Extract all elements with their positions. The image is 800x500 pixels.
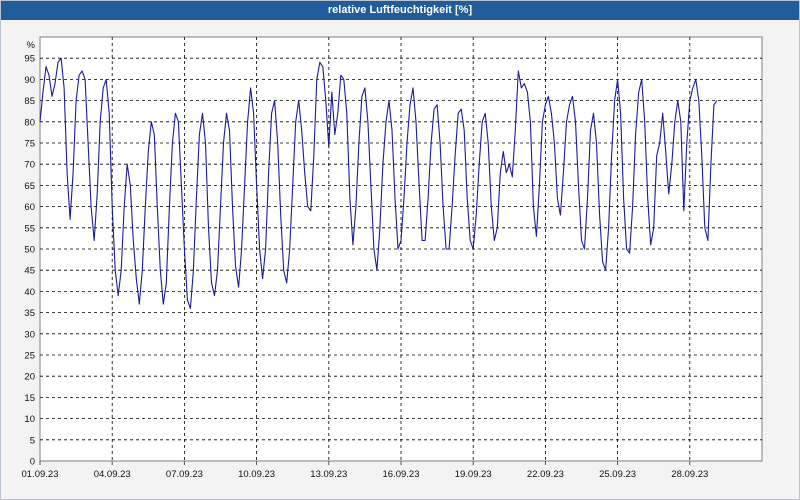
y-tick-label: 45 xyxy=(24,266,35,277)
x-tick-label: 22.09.23 xyxy=(527,469,564,480)
y-tick-label: 5 xyxy=(30,435,35,446)
grid xyxy=(40,37,762,461)
y-tick-label: 40 xyxy=(24,287,35,298)
y-tick-label: 25 xyxy=(24,351,35,362)
y-tick-label: 55 xyxy=(24,223,35,234)
x-tick-label: 25.09.23 xyxy=(599,469,636,480)
y-tick-label: 60 xyxy=(24,202,35,213)
y-tick-label: 0 xyxy=(30,457,35,468)
x-tick-label: 10.09.23 xyxy=(238,469,275,480)
x-axis: 01.09.23 04.09.23 07.09.23 10.09.23 13.09.23… xyxy=(22,461,708,480)
y-axis: 0 5 10 15 20 25 30 35 40 45 50 55 60 65 70 75 80 85 90 95 xyxy=(24,54,35,468)
x-tick-label: 16.09.23 xyxy=(383,469,420,480)
y-tick-label: 70 xyxy=(24,160,35,171)
x-tick-label: 28.09.23 xyxy=(671,469,708,480)
x-tick-label: 19.09.23 xyxy=(455,469,492,480)
y-tick-label: 30 xyxy=(24,329,35,340)
y-tick-label: 80 xyxy=(24,117,35,128)
y-tick-label: 95 xyxy=(24,54,35,65)
y-tick-label: 10 xyxy=(24,414,35,425)
y-tick-label: 50 xyxy=(24,245,35,256)
y-tick-label: 15 xyxy=(24,393,35,404)
y-axis-unit-label: % xyxy=(27,40,36,51)
x-tick-label: 07.09.23 xyxy=(166,469,203,480)
y-tick-label: 85 xyxy=(24,96,35,107)
humidity-chart: 0 5 10 15 20 25 30 35 40 45 50 55 60 65 70 75 80 85 90 95 0… xyxy=(22,36,763,480)
y-tick-label: 75 xyxy=(24,139,35,150)
y-tick-label: 35 xyxy=(24,308,35,319)
x-tick-label: 04.09.23 xyxy=(94,469,131,480)
y-tick-label: 20 xyxy=(24,372,35,383)
x-tick-label: 13.09.23 xyxy=(310,469,347,480)
x-tick-label: 01.09.23 xyxy=(22,469,59,480)
y-tick-label: 90 xyxy=(24,75,35,86)
y-tick-label: 65 xyxy=(24,181,35,192)
